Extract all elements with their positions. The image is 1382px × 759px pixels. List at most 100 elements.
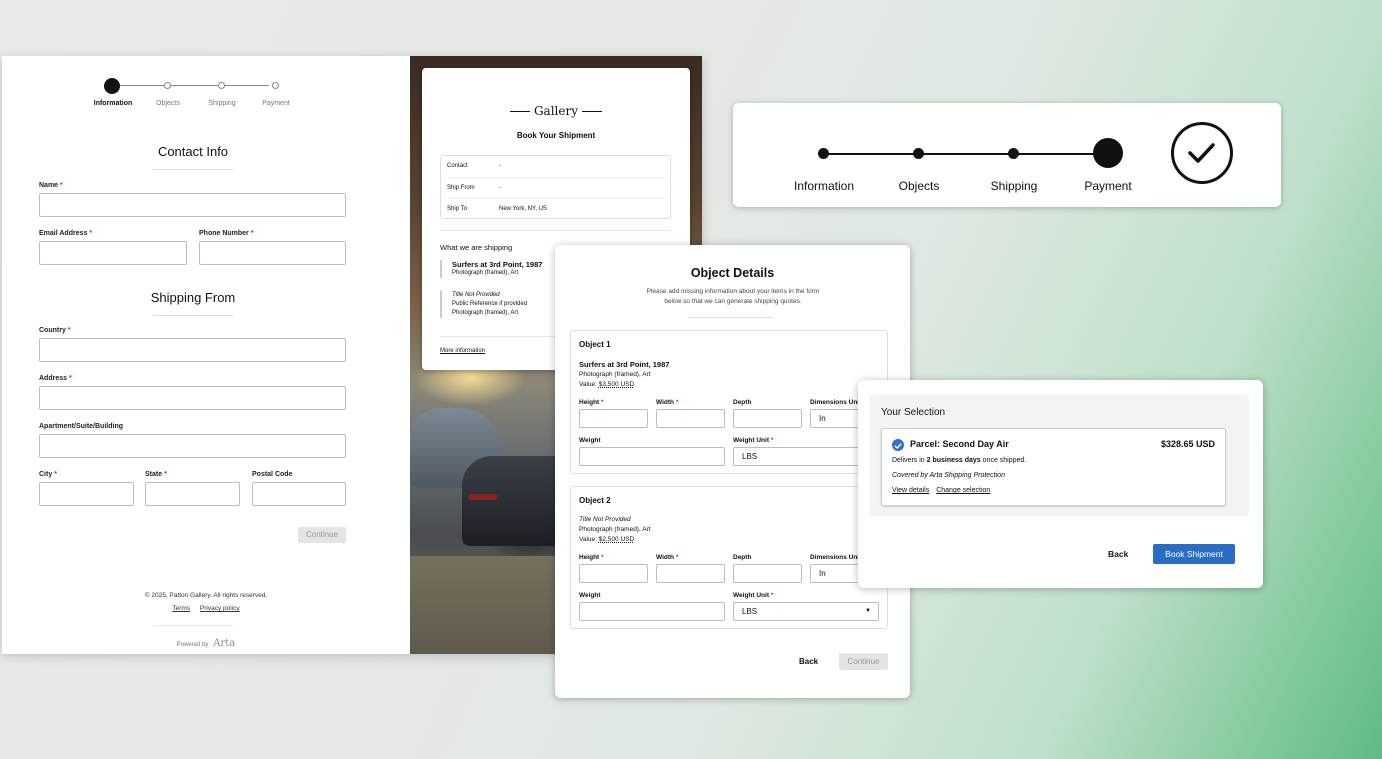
- depth-label: Depth: [733, 399, 752, 406]
- email-input[interactable]: [39, 241, 187, 265]
- name-input[interactable]: [39, 193, 346, 217]
- city-label: City *: [39, 471, 57, 478]
- summary-row-ship-from: Ship From -: [447, 177, 665, 198]
- your-selection-heading: Your Selection: [881, 407, 946, 418]
- powered-by: Powered by Arta: [176, 638, 236, 649]
- step-label-objects: Objects: [898, 179, 940, 193]
- weight-label: Weight: [579, 592, 601, 599]
- address-input[interactable]: [39, 386, 346, 410]
- selection-panel: Your Selection Parcel: Second Day Air $3…: [870, 394, 1249, 516]
- shipping-selection-card: Your Selection Parcel: Second Day Air $3…: [858, 380, 1263, 588]
- width-input[interactable]: [656, 409, 725, 428]
- height-input[interactable]: [579, 564, 648, 583]
- terms-link[interactable]: Terms: [172, 605, 190, 612]
- step-dot-information: [104, 78, 120, 94]
- form-panel: Information Objects Shipping Payment Con…: [2, 56, 410, 654]
- weight-unit-select[interactable]: LBS ▼: [733, 602, 879, 621]
- step-label-shipping: Shipping: [990, 179, 1038, 193]
- step-dot-shipping: [1008, 148, 1019, 159]
- back-button[interactable]: Back: [1108, 549, 1128, 559]
- object-1-box: Object 1 Surfers at 3rd Point, 1987 Phot…: [570, 330, 888, 474]
- dimensions-unit-label: Dimensions Unit: [810, 554, 862, 561]
- privacy-link[interactable]: Privacy policy: [200, 605, 240, 612]
- object-title: Surfers at 3rd Point, 1987: [579, 360, 670, 369]
- weight-input[interactable]: [579, 447, 725, 466]
- book-shipment-title: Book Your Shipment: [516, 131, 596, 140]
- object-heading: Object 2: [579, 496, 611, 505]
- continue-button[interactable]: Continue: [839, 653, 888, 670]
- height-label: Height *: [579, 554, 604, 561]
- name-label: Name *: [39, 182, 63, 189]
- shipping-from-title: Shipping From: [150, 290, 236, 305]
- contact-info-title: Contact Info: [157, 144, 229, 159]
- check-icon: [892, 439, 904, 451]
- step-dot-objects: [164, 82, 171, 89]
- step-label-payment: Payment: [262, 100, 290, 107]
- chevron-down-icon: ▼: [865, 608, 871, 614]
- summary-row-ship-to: Ship To New York, NY, US: [447, 198, 665, 219]
- continue-button[interactable]: Continue: [298, 527, 346, 543]
- step-dot-information: [818, 148, 829, 159]
- postal-code-input[interactable]: [252, 482, 346, 506]
- phone-label: Phone Number *: [199, 230, 254, 237]
- step-label-information: Information: [93, 100, 133, 107]
- more-information-link[interactable]: More information: [440, 348, 485, 354]
- object-details-description: Please add missing information about you…: [646, 288, 820, 305]
- divider: [688, 317, 772, 318]
- depth-input[interactable]: [733, 564, 802, 583]
- book-shipment-button[interactable]: Book Shipment: [1153, 544, 1235, 564]
- object-2-box: Object 2 Title Not Provided Photograph (…: [570, 486, 888, 629]
- step-label-payment: Payment: [1084, 179, 1132, 193]
- divider: [440, 230, 671, 231]
- width-label: Width *: [656, 399, 679, 406]
- selected-rate: Parcel: Second Day Air $328.65 USD Deliv…: [881, 428, 1226, 506]
- object-type: Photograph (framed), Art: [579, 371, 651, 378]
- depth-label: Depth: [733, 554, 752, 561]
- weight-label: Weight: [579, 437, 601, 444]
- divider: [153, 315, 233, 316]
- width-input[interactable]: [656, 564, 725, 583]
- step-label-shipping: Shipping: [208, 100, 236, 107]
- depth-input[interactable]: [733, 409, 802, 428]
- state-input[interactable]: [145, 482, 240, 506]
- object-type: Photograph (framed), Art: [579, 526, 651, 533]
- step-dot-objects: [913, 148, 924, 159]
- apartment-input[interactable]: [39, 434, 346, 458]
- step-dot-payment: [1093, 138, 1123, 168]
- selection-links: View details Change selection: [892, 487, 995, 494]
- height-label: Height *: [579, 399, 604, 406]
- back-button[interactable]: Back: [799, 657, 818, 666]
- change-selection-link[interactable]: Change selection: [936, 487, 990, 494]
- weight-unit-label: Weight Unit *: [733, 592, 774, 599]
- coverage-text: Covered by Arta Shipping Protection: [892, 472, 1005, 479]
- object-details-card: Object Details Please add missing inform…: [555, 245, 910, 698]
- dimensions-unit-label: Dimensions Unit: [810, 399, 862, 406]
- photo-tail-light: [468, 494, 498, 500]
- footer-links: Terms Privacy policy: [2, 605, 410, 612]
- country-input[interactable]: [39, 338, 346, 362]
- rate-name: Parcel: Second Day Air: [910, 439, 1009, 449]
- rate-price: $328.65 USD: [1160, 439, 1215, 449]
- weight-unit-label: Weight Unit *: [733, 437, 774, 444]
- step-dot-payment: [272, 82, 279, 89]
- state-label: State *: [145, 471, 167, 478]
- stepper-line: [119, 85, 269, 86]
- height-input[interactable]: [579, 409, 648, 428]
- apartment-label: Apartment/Suite/Building: [39, 423, 123, 430]
- view-details-link[interactable]: View details: [892, 487, 929, 494]
- check-circle-icon: [1171, 122, 1233, 184]
- phone-input[interactable]: [199, 241, 346, 265]
- copyright-text: © 2025, Patton Gallery. All rights reser…: [144, 592, 268, 599]
- shipment-summary: Contact - Ship From - Ship To New York, NY,…: [440, 155, 671, 219]
- weight-input[interactable]: [579, 602, 725, 621]
- object-value: Value: $3,500 USD: [579, 381, 635, 388]
- shipping-item: Surfers at 3rd Point, 1987 Photograph (f…: [440, 260, 550, 278]
- width-label: Width *: [656, 554, 679, 561]
- country-label: Country *: [39, 327, 71, 334]
- shipping-items-heading: What we are shipping: [440, 243, 513, 252]
- postal-code-label: Postal Code: [252, 471, 293, 478]
- stepper-line: [824, 153, 1109, 155]
- step-dot-shipping: [218, 82, 225, 89]
- city-input[interactable]: [39, 482, 134, 506]
- gallery-logo: Gallery: [422, 104, 690, 118]
